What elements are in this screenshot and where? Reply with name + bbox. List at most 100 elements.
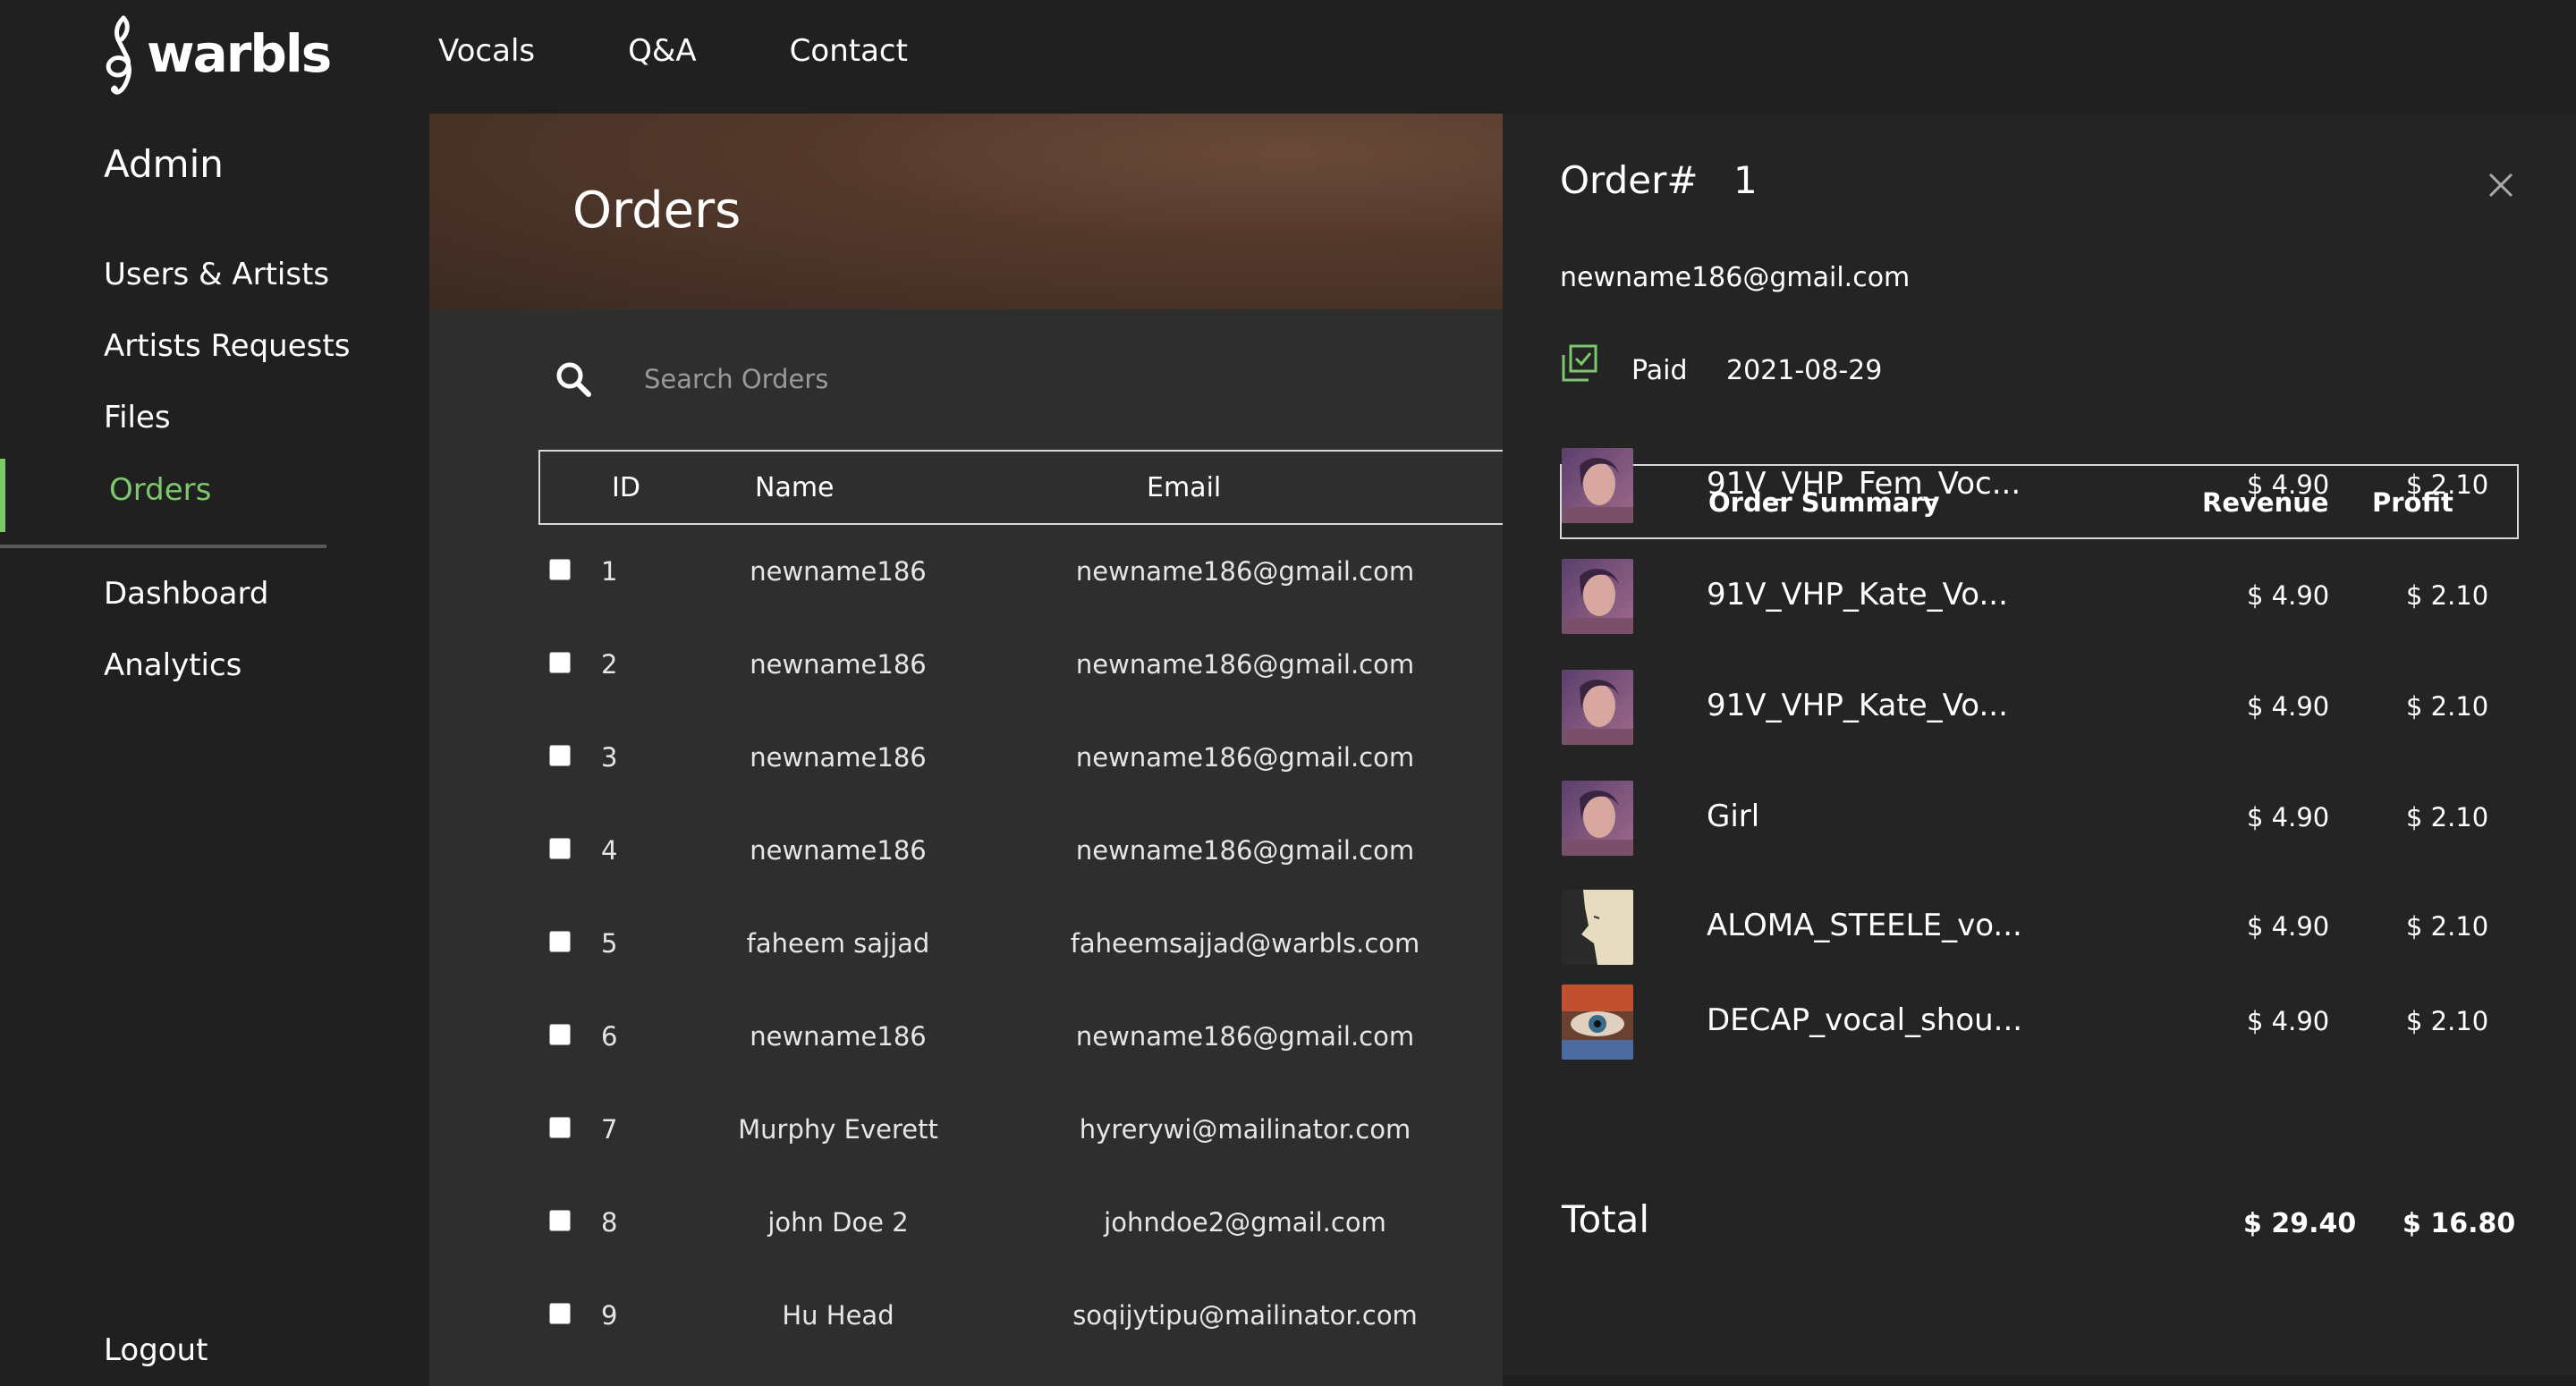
column-header-name[interactable]: Name: [755, 472, 835, 503]
cell-email: newname186@gmail.com: [1075, 649, 1415, 680]
search-icon[interactable]: [555, 360, 592, 398]
row-checkbox[interactable]: [549, 1210, 571, 1231]
row-checkbox[interactable]: [549, 745, 571, 766]
cell-id: 9: [601, 1300, 618, 1331]
cell-name: newname186: [750, 742, 927, 773]
sidebar-item-users-artists[interactable]: Users & Artists: [104, 257, 329, 292]
payment-status: Paid: [1631, 355, 1688, 386]
nav-qa[interactable]: Q&A: [628, 29, 697, 73]
column-header-email[interactable]: Email: [1147, 472, 1221, 503]
page-title: Orders: [572, 182, 741, 240]
order-item-row[interactable]: ALOMA_STEELE_vo... $ 4.90 $ 2.10: [1560, 890, 2519, 965]
row-checkbox[interactable]: [549, 1024, 571, 1045]
order-item-row[interactable]: DECAP_vocal_shou... $ 4.90 $ 2.10: [1560, 985, 2519, 1060]
total-revenue: $ 29.40: [2243, 1208, 2357, 1239]
cell-id: 5: [601, 928, 618, 959]
column-header-id[interactable]: ID: [612, 472, 640, 503]
sidebar-item-dashboard[interactable]: Dashboard: [104, 576, 268, 612]
order-number: 1: [1733, 158, 1758, 202]
track-thumbnail: [1562, 985, 1633, 1060]
track-thumbnail: [1562, 781, 1633, 856]
track-revenue: $ 4.90: [2247, 580, 2330, 611]
cell-id: 2: [601, 649, 618, 680]
track-name: 91V_VHP_Fem_Voc...: [1707, 466, 2021, 502]
cell-name: newname186: [750, 649, 927, 680]
cell-email: faheemsajjad@warbls.com: [1070, 928, 1420, 959]
cell-id: 7: [601, 1114, 618, 1145]
track-profit: $ 2.10: [2406, 580, 2489, 611]
sidebar-divider: [0, 545, 326, 548]
table-row[interactable]: 6newname186newname186@gmail.com202: [538, 990, 1503, 1083]
table-row[interactable]: 3newname186newname186@gmail.com202: [538, 711, 1503, 804]
cell-name: Hu Head: [782, 1300, 894, 1331]
track-profit: $ 2.10: [2406, 911, 2489, 942]
track-thumbnail: [1562, 448, 1633, 523]
row-checkbox[interactable]: [549, 652, 571, 673]
main-nav: Vocals Q&A Contact: [438, 29, 1001, 73]
table-row[interactable]: 9Hu Headsoqijytipu@mailinator.com202: [538, 1269, 1503, 1362]
table-row[interactable]: 8john Doe 2johndoe2@gmail.com202: [538, 1176, 1503, 1269]
treble-clef-icon: [106, 15, 131, 95]
track-name: DECAP_vocal_shou...: [1707, 1002, 2023, 1038]
admin-sidebar: Admin Users & Artists Artists Requests F…: [0, 114, 429, 1386]
orders-table: ID Name Email 1 newname186 newname186@gmai…: [538, 450, 1503, 1362]
cell-id: 4: [601, 835, 618, 866]
order-date: 2021-08-29: [1726, 355, 1883, 386]
order-item-row[interactable]: 91V_VHP_Kate_Vo... $ 4.90 $ 2.10: [1560, 559, 2519, 634]
sidebar-item-files[interactable]: Files: [104, 400, 171, 435]
cell-email: johndoe2@gmail.com: [1104, 1207, 1386, 1238]
nav-vocals[interactable]: Vocals: [438, 29, 535, 73]
track-revenue: $ 4.90: [2247, 911, 2330, 942]
row-checkbox[interactable]: [549, 1117, 571, 1138]
sidebar-item-analytics[interactable]: Analytics: [104, 647, 242, 683]
table-row[interactable]: 7Murphy Everetthyrerywi@mailinator.com20…: [538, 1083, 1503, 1176]
track-name: Girl: [1707, 799, 1760, 834]
brand-name: warbls: [147, 23, 332, 84]
logout-button[interactable]: Logout: [104, 1332, 208, 1368]
cell-email: newname186@gmail.com: [1075, 742, 1415, 773]
track-name: ALOMA_STEELE_vo...: [1707, 908, 2022, 943]
cell-email: newname186@gmail.com: [1075, 1021, 1415, 1052]
order-item-row[interactable]: 91V_VHP_Kate_Vo... $ 4.90 $ 2.10: [1560, 670, 2519, 745]
search-bar: [555, 360, 1181, 398]
warbls-logo[interactable]: warbls: [100, 13, 332, 98]
table-row[interactable]: 5faheem sajjadfaheemsajjad@warbls.com202: [538, 897, 1503, 990]
search-input[interactable]: [644, 364, 1181, 394]
cell-name: newname186: [750, 1021, 927, 1052]
cell-name: newname186: [750, 835, 927, 866]
cell-id: 6: [601, 1021, 618, 1052]
top-navbar: warbls Vocals Q&A Contact: [0, 0, 2576, 114]
close-icon[interactable]: [2485, 169, 2517, 201]
track-name: 91V_VHP_Kate_Vo...: [1707, 688, 2008, 723]
order-detail-panel: Order# 1 newname186@gmail.com Paid 2021-…: [1503, 114, 2576, 1374]
track-thumbnail: [1562, 670, 1633, 745]
order-item-row[interactable]: 91V_VHP_Fem_Voc... $ 4.90 $ 2.10: [1560, 448, 2519, 523]
row-checkbox[interactable]: [549, 931, 571, 952]
table-row[interactable]: 1newname186newname186@gmail.com202: [538, 525, 1503, 618]
table-row[interactable]: 2newname186newname186@gmail.com202: [538, 618, 1503, 711]
row-checkbox[interactable]: [549, 838, 571, 859]
cell-name: Murphy Everett: [738, 1114, 938, 1145]
orders-main: Orders ID Name Email 1 newname186 newname1…: [429, 114, 1503, 1386]
track-profit: $ 2.10: [2406, 1006, 2489, 1036]
sidebar-item-orders[interactable]: Orders: [109, 472, 211, 508]
row-checkbox[interactable]: [549, 559, 571, 580]
track-name: 91V_VHP_Kate_Vo...: [1707, 577, 2008, 613]
nav-contact[interactable]: Contact: [790, 29, 908, 73]
sidebar-item-artists-requests[interactable]: Artists Requests: [104, 328, 350, 364]
order-item-row[interactable]: Girl $ 4.90 $ 2.10: [1560, 781, 2519, 856]
cell-name: john Doe 2: [767, 1207, 909, 1238]
track-revenue: $ 4.90: [2247, 691, 2330, 722]
track-revenue: $ 4.90: [2247, 1006, 2330, 1036]
table-header: ID Name Email: [538, 450, 1503, 525]
active-indicator: [0, 459, 5, 532]
row-checkbox[interactable]: [549, 1303, 571, 1324]
track-thumbnail: [1562, 559, 1633, 634]
track-thumbnail: [1562, 890, 1633, 965]
cell-id: 8: [601, 1207, 618, 1238]
table-row[interactable]: 4newname186newname186@gmail.com202: [538, 804, 1503, 897]
orders-banner: Orders: [429, 114, 1503, 309]
track-profit: $ 2.10: [2406, 802, 2489, 832]
order-email: newname186@gmail.com: [1560, 262, 1911, 293]
track-revenue: $ 4.90: [2247, 802, 2330, 832]
